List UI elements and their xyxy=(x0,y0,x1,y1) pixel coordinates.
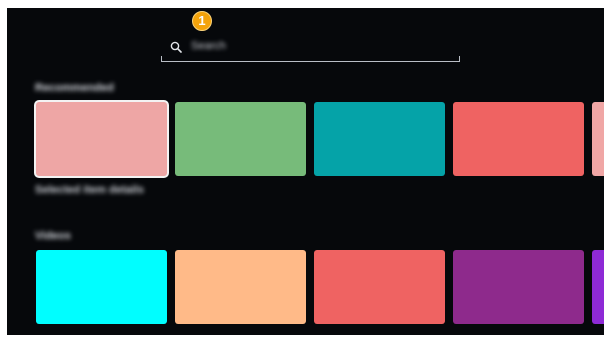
content-tile[interactable] xyxy=(592,102,604,176)
row-title-videos: Videos xyxy=(35,230,71,242)
selected-item-caption: Selected item details xyxy=(35,184,144,196)
content-tile[interactable] xyxy=(592,250,604,324)
tv-screen: 1 Search Recommended Selected item detai… xyxy=(7,8,604,335)
content-tile[interactable] xyxy=(453,250,584,324)
search-icon xyxy=(170,41,182,53)
content-tile[interactable] xyxy=(36,102,167,176)
search-placeholder: Search xyxy=(191,40,226,52)
callout-badge: 1 xyxy=(192,11,212,31)
content-tile[interactable] xyxy=(175,250,306,324)
content-tile[interactable] xyxy=(314,250,445,324)
content-tile[interactable] xyxy=(453,102,584,176)
content-tile[interactable] xyxy=(36,250,167,324)
content-tile[interactable] xyxy=(175,102,306,176)
content-tile[interactable] xyxy=(314,102,445,176)
search-bar[interactable]: Search xyxy=(161,32,460,62)
row-title-recommended: Recommended xyxy=(35,82,114,94)
